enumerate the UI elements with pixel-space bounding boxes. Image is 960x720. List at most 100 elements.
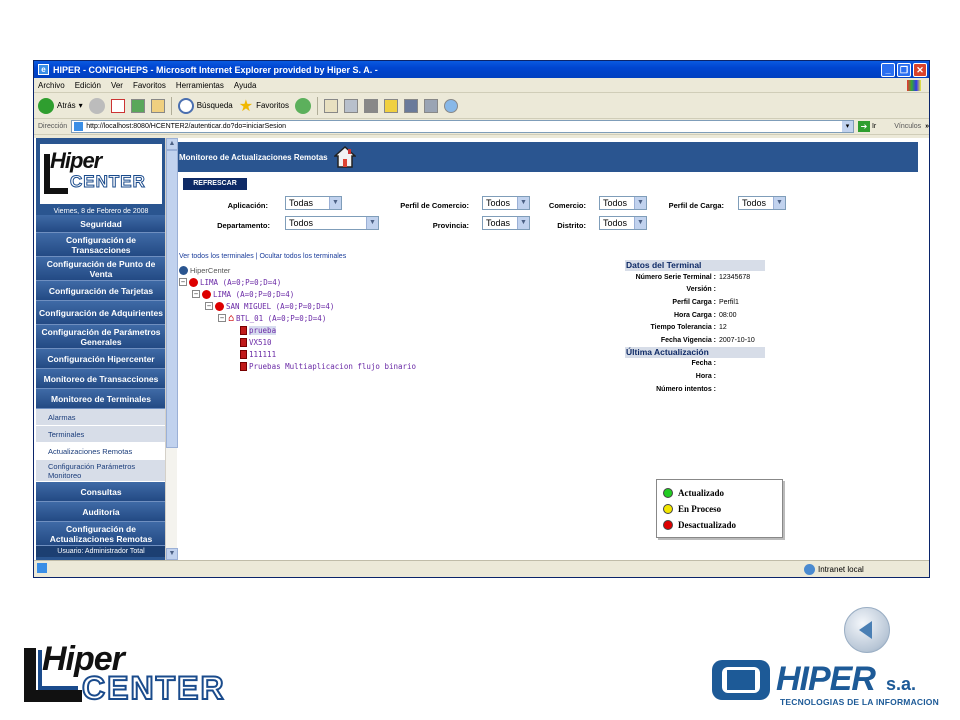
tree-root-label: HiperCenter bbox=[190, 265, 231, 275]
home-icon[interactable] bbox=[150, 98, 165, 113]
menu-config-punto-venta[interactable]: Configuración de Punto de Venta bbox=[36, 257, 166, 281]
collapse-icon[interactable]: − bbox=[205, 302, 213, 310]
messenger-icon[interactable] bbox=[443, 98, 458, 113]
go-button[interactable]: ➔ Ir bbox=[857, 121, 876, 132]
tree-node[interactable]: − LIMA (A=0;P=0;D=4) bbox=[192, 288, 294, 300]
forward-arrow-icon[interactable] bbox=[88, 97, 105, 114]
scroll-down-icon[interactable]: ▼ bbox=[166, 548, 178, 560]
show-all-terminals-link[interactable]: Ver todos los terminales bbox=[179, 253, 254, 260]
more-icon[interactable]: » bbox=[925, 123, 929, 130]
detail-value: Perfil1 bbox=[719, 298, 739, 306]
edit-icon[interactable] bbox=[363, 98, 378, 113]
tree-terminal[interactable]: prueba bbox=[240, 324, 277, 336]
perfil-carga-select[interactable]: Todos ▼ bbox=[738, 196, 786, 210]
chevron-down-icon[interactable]: ▼ bbox=[329, 197, 341, 209]
aplicacion-label: Aplicación: bbox=[227, 201, 268, 210]
link-separator: | bbox=[255, 253, 258, 260]
tree-terminal[interactable]: 111111 bbox=[240, 348, 276, 360]
menu-seguridad[interactable]: Seguridad bbox=[36, 215, 166, 233]
distrito-select[interactable]: Todos ▼ bbox=[599, 216, 647, 230]
menu-herramientas[interactable]: Herramientas bbox=[176, 81, 224, 90]
menu-monitoreo-transacciones[interactable]: Monitoreo de Transacciones bbox=[36, 369, 166, 389]
comercio-value: Todos bbox=[603, 198, 628, 208]
provincia-select[interactable]: Todas ▼ bbox=[482, 216, 530, 230]
research-icon[interactable] bbox=[403, 98, 418, 113]
tree-node[interactable]: − ⌂ BTL_01 (A=0;P=0;D=4) bbox=[218, 312, 326, 324]
aplicacion-select[interactable]: Todas ▼ bbox=[285, 196, 342, 210]
chevron-down-icon[interactable]: ▼ bbox=[634, 197, 646, 209]
menu-monitoreo-terminales[interactable]: Monitoreo de Terminales bbox=[36, 389, 166, 409]
mail-icon[interactable] bbox=[323, 98, 338, 113]
tree-terminal[interactable]: VX510 bbox=[240, 336, 272, 348]
departamento-select[interactable]: Todos ▼ bbox=[285, 216, 379, 230]
ie-app-icon: e bbox=[38, 64, 49, 75]
comercio-select[interactable]: Todos ▼ bbox=[599, 196, 647, 210]
back-button[interactable]: Atrás ▾ bbox=[38, 97, 83, 114]
departamento-label: Departamento: bbox=[217, 221, 270, 230]
back-arrow-icon bbox=[38, 97, 54, 114]
submenu-actualizaciones-remotas[interactable]: Actualizaciones Remotas bbox=[36, 443, 166, 460]
refresh-button[interactable]: REFRESCAR bbox=[183, 178, 247, 190]
slide-back-button[interactable] bbox=[844, 607, 890, 653]
collapse-icon[interactable]: − bbox=[179, 278, 187, 286]
print-icon[interactable] bbox=[343, 98, 358, 113]
detail-key: Perfil Carga : bbox=[672, 298, 716, 306]
menu-config-tarjetas[interactable]: Configuración de Tarjetas bbox=[36, 281, 166, 301]
submenu-terminales[interactable]: Terminales bbox=[36, 426, 166, 443]
menu-favoritos[interactable]: Favoritos bbox=[133, 81, 166, 90]
menu-config-hipercenter[interactable]: Configuración Hipercenter bbox=[36, 349, 166, 369]
search-button[interactable]: Búsqueda bbox=[177, 97, 233, 114]
departamento-value: Todos bbox=[289, 218, 314, 228]
detail-row: Fecha : bbox=[625, 358, 765, 371]
history-icon[interactable] bbox=[294, 97, 311, 114]
collapse-icon[interactable]: − bbox=[192, 290, 200, 298]
minimize-button[interactable]: _ bbox=[881, 62, 895, 77]
address-url: http://localhost:8080/HCENTER2/autentica… bbox=[86, 123, 286, 130]
stop-icon[interactable] bbox=[110, 98, 125, 113]
scroll-thumb[interactable] bbox=[166, 150, 178, 448]
tree-terminal[interactable]: Pruebas Multiaplicacion flujo binario bbox=[240, 360, 416, 372]
tree-node[interactable]: − SAN MIGUEL (A=0;P=0;D=4) bbox=[205, 300, 334, 312]
menu-edicion[interactable]: Edición bbox=[75, 81, 101, 90]
menu-config-adquirientes[interactable]: Configuración de Adquirientes bbox=[36, 301, 166, 325]
chevron-down-icon[interactable]: ▼ bbox=[634, 217, 646, 229]
chevron-down-icon[interactable]: ▼ bbox=[517, 197, 529, 209]
tree-root[interactable]: HiperCenter bbox=[179, 264, 230, 276]
page-icon bbox=[74, 122, 84, 131]
hide-all-terminals-link[interactable]: Ocultar todos los terminales bbox=[259, 253, 346, 260]
menu-config-transacciones[interactable]: Configuración de Transacciones bbox=[36, 233, 166, 257]
menu-auditoria[interactable]: Auditoría bbox=[36, 502, 166, 522]
status-red-icon bbox=[663, 520, 673, 530]
chevron-down-icon[interactable]: ▼ bbox=[517, 217, 529, 229]
folder-icon[interactable] bbox=[383, 98, 398, 113]
chevron-down-icon[interactable]: ▾ bbox=[841, 121, 853, 132]
perfil-comercio-select[interactable]: Todos ▼ bbox=[482, 196, 530, 210]
scroll-up-icon[interactable]: ▲ bbox=[166, 138, 178, 150]
home-icon[interactable] bbox=[333, 146, 356, 168]
detail-row: Hora Carga :08:00 bbox=[625, 309, 765, 322]
submenu-config-parametros-monitoreo[interactable]: Configuración Parámetros Monitoreo bbox=[36, 460, 166, 482]
books-icon[interactable] bbox=[423, 98, 438, 113]
status-yellow-icon bbox=[663, 504, 673, 514]
submenu-alarmas[interactable]: Alarmas bbox=[36, 409, 166, 426]
chevron-down-icon[interactable]: ▼ bbox=[366, 217, 378, 229]
house-status-icon: ⌂ bbox=[228, 312, 235, 324]
menu-ver[interactable]: Ver bbox=[111, 81, 123, 90]
maximize-button[interactable]: ❐ bbox=[897, 62, 911, 77]
chevron-down-icon[interactable]: ▼ bbox=[773, 197, 785, 209]
address-input[interactable]: http://localhost:8080/HCENTER2/autentica… bbox=[71, 120, 854, 133]
close-button[interactable]: ✕ bbox=[913, 62, 927, 77]
menu-consultas[interactable]: Consultas bbox=[36, 482, 166, 502]
terminal-icon bbox=[240, 349, 247, 359]
menu-config-parametros[interactable]: Configuración de Parámetros Generales bbox=[36, 325, 166, 349]
links-label[interactable]: Vínculos bbox=[894, 123, 921, 130]
tree-node[interactable]: − LIMA (A=0;P=0;D=4) bbox=[179, 276, 281, 288]
menu-archivo[interactable]: Archivo bbox=[38, 81, 65, 90]
collapse-icon[interactable]: − bbox=[218, 314, 226, 322]
refresh-icon[interactable] bbox=[130, 98, 145, 113]
detail-key: Fecha Vigencia : bbox=[660, 336, 716, 344]
sidebar-scrollbar[interactable]: ▲ ▼ bbox=[165, 138, 178, 560]
menu-config-actualizaciones-remotas[interactable]: Configuración de Actualizaciones Remotas bbox=[36, 522, 166, 546]
menu-ayuda[interactable]: Ayuda bbox=[234, 81, 257, 90]
favorites-button[interactable]: ★ Favoritos bbox=[239, 96, 289, 116]
